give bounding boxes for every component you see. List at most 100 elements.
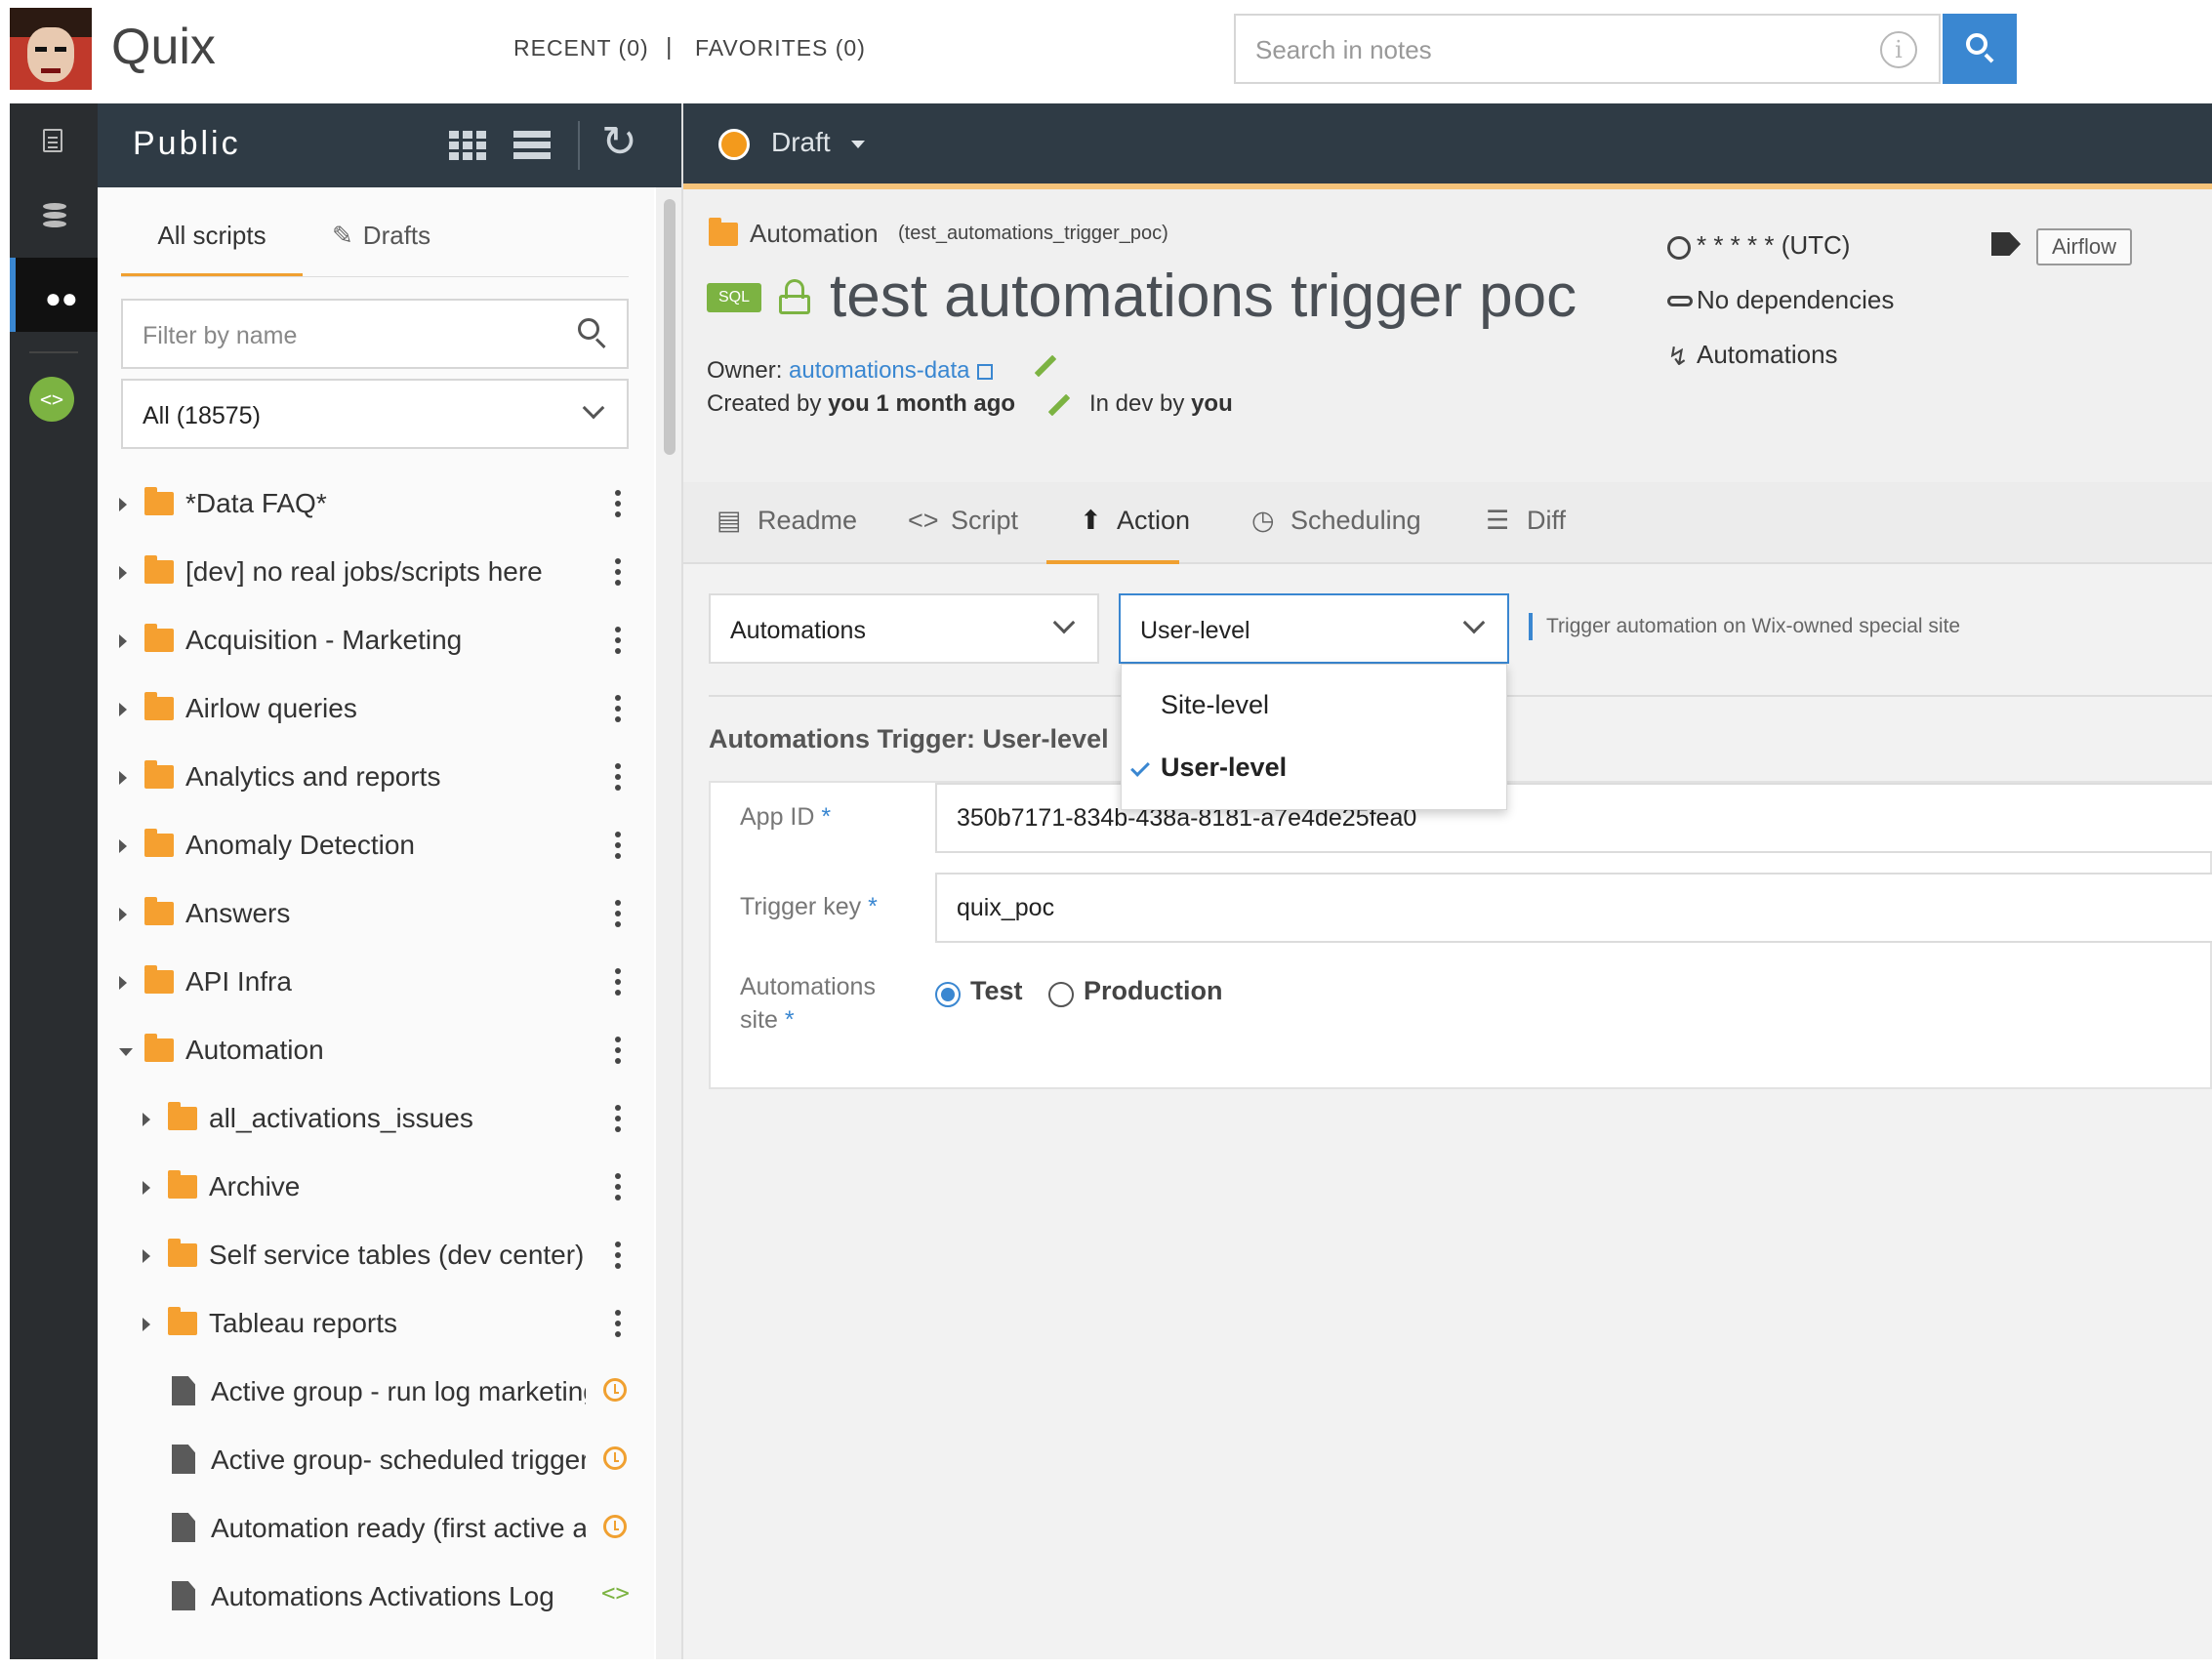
external-link-icon[interactable]: [977, 364, 994, 380]
unlock-icon[interactable]: [779, 279, 810, 314]
action-type-select[interactable]: Automations: [709, 593, 1099, 664]
search-icon[interactable]: [578, 318, 607, 349]
tree-folder[interactable]: Acquisition - Marketing: [98, 609, 654, 677]
folder-icon: [144, 555, 174, 584]
tree-folder[interactable]: Archive: [98, 1156, 654, 1224]
chevron-down-icon: [582, 396, 605, 420]
people-icon: ●●: [45, 283, 78, 313]
more-vertical-icon[interactable]: [615, 1037, 621, 1070]
breadcrumb-folder[interactable]: Automation: [750, 219, 879, 249]
trigger-key-input[interactable]: [935, 873, 2212, 943]
tree-folder[interactable]: API Infra: [98, 951, 654, 1019]
airflow-tag[interactable]: Airflow: [2036, 228, 2133, 265]
tree-folder[interactable]: Analytics and reports: [98, 746, 654, 814]
search-button[interactable]: [1943, 14, 2017, 84]
caret-right-icon[interactable]: [143, 1249, 150, 1263]
more-vertical-icon[interactable]: [615, 763, 621, 796]
more-vertical-icon[interactable]: [615, 1105, 621, 1138]
script-title[interactable]: test automations trigger poc: [830, 262, 1577, 331]
folder-icon: [144, 760, 174, 789]
tree-folder[interactable]: Airlow queries: [98, 677, 654, 746]
app-title[interactable]: Quix: [111, 18, 216, 76]
tree-script[interactable]: Automation ready (first active a: [98, 1497, 654, 1566]
edit-owner-icon[interactable]: [1034, 354, 1057, 378]
caret-right-icon[interactable]: [119, 498, 127, 511]
caret-down-icon[interactable]: [119, 1048, 133, 1056]
tree-folder[interactable]: Anomaly Detection: [98, 814, 654, 882]
search-input[interactable]: [1255, 33, 1841, 66]
owner-link[interactable]: automations-data: [789, 357, 969, 384]
tree-folder[interactable]: *Data FAQ*: [98, 472, 654, 541]
rail-people[interactable]: ●●: [10, 258, 98, 332]
more-vertical-icon[interactable]: [615, 695, 621, 728]
grid-view-icon[interactable]: [449, 131, 486, 160]
radio-production-label[interactable]: Production: [1084, 976, 1223, 1006]
caret-right-icon[interactable]: [119, 908, 127, 921]
trigger-level-select[interactable]: User-level: [1119, 593, 1509, 664]
tree-folder[interactable]: Automation: [98, 1019, 654, 1087]
tree-label: Answers: [185, 898, 291, 928]
menu-item-site-level[interactable]: Site-level: [1122, 676, 1506, 735]
check-icon: [1130, 757, 1150, 777]
scope-select[interactable]: All (18575): [121, 379, 629, 449]
section-title: Automations Trigger: User-level: [709, 724, 1109, 753]
tree-script[interactable]: Active group - run log marketing: [98, 1361, 654, 1429]
scrollbar[interactable]: [656, 187, 681, 1659]
more-vertical-icon[interactable]: [615, 1173, 621, 1206]
script-slug: (test_automations_trigger_poc): [898, 223, 1168, 244]
tab-drafts[interactable]: ✎ Drafts: [332, 221, 430, 251]
caret-right-icon[interactable]: [119, 839, 127, 853]
caret-right-icon[interactable]: [119, 566, 127, 580]
tree-folder[interactable]: Answers: [98, 882, 654, 951]
folder-icon: [168, 1170, 197, 1199]
tree-folder[interactable]: Tableau reports: [98, 1292, 654, 1361]
tree-folder[interactable]: all_activations_issues: [98, 1087, 654, 1156]
tab-all-scripts[interactable]: All scripts: [121, 221, 303, 271]
radio-test[interactable]: [935, 982, 961, 1007]
owner-line: Owner: automations-data: [707, 357, 994, 385]
radio-production[interactable]: [1048, 982, 1074, 1007]
favorites-link[interactable]: FAVORITES (0): [695, 35, 866, 61]
more-vertical-icon[interactable]: [615, 490, 621, 523]
more-vertical-icon[interactable]: [615, 968, 621, 1001]
filter-input[interactable]: [143, 320, 553, 351]
folder-icon: [144, 965, 174, 994]
more-vertical-icon[interactable]: [615, 900, 621, 933]
caret-right-icon[interactable]: [143, 1318, 150, 1331]
caret-right-icon[interactable]: [143, 1181, 150, 1195]
script-browser: All scripts ✎Drafts All (18575) *Data FA…: [98, 187, 654, 1659]
more-vertical-icon[interactable]: [615, 832, 621, 865]
tree-folder[interactable]: Self service tables (dev center): [98, 1224, 654, 1292]
menu-item-user-level[interactable]: User-level: [1122, 739, 1506, 797]
status-dropdown[interactable]: Draft: [771, 127, 831, 158]
refresh-icon[interactable]: ↻: [601, 117, 637, 167]
more-vertical-icon[interactable]: [615, 1242, 621, 1275]
rail-database[interactable]: [10, 180, 98, 254]
alarm-clock-icon: [603, 1446, 627, 1470]
tree-script[interactable]: Active group- scheduled trigger: [98, 1429, 654, 1497]
action-hint: Trigger automation on Wix-owned special …: [1529, 613, 1960, 640]
folder-icon: [144, 1034, 174, 1062]
caret-right-icon[interactable]: [143, 1113, 150, 1126]
radio-test-label[interactable]: Test: [970, 976, 1023, 1006]
more-vertical-icon[interactable]: [615, 558, 621, 591]
tree-label: all_activations_issues: [209, 1103, 473, 1133]
code-icon[interactable]: <>: [29, 377, 74, 422]
tree-label: Self service tables (dev center): [209, 1240, 585, 1270]
caret-right-icon[interactable]: [119, 703, 127, 716]
list-view-icon[interactable]: [513, 131, 551, 160]
more-vertical-icon[interactable]: [615, 627, 621, 660]
caret-down-icon[interactable]: [851, 141, 865, 148]
more-vertical-icon[interactable]: [615, 1310, 621, 1343]
recent-link[interactable]: RECENT (0): [513, 35, 649, 61]
tree-folder[interactable]: [dev] no real jobs/scripts here: [98, 541, 654, 609]
caret-right-icon[interactable]: [119, 771, 127, 785]
rail-notes[interactable]: [10, 103, 98, 178]
caret-right-icon[interactable]: [119, 634, 127, 648]
file-icon: [172, 1376, 195, 1405]
tree-script[interactable]: Automations Activations Log <>: [98, 1566, 654, 1634]
caret-right-icon[interactable]: [119, 976, 127, 990]
scrollbar-thumb[interactable]: [664, 199, 676, 455]
app-logo[interactable]: [10, 8, 92, 90]
info-icon[interactable]: i: [1880, 31, 1917, 68]
